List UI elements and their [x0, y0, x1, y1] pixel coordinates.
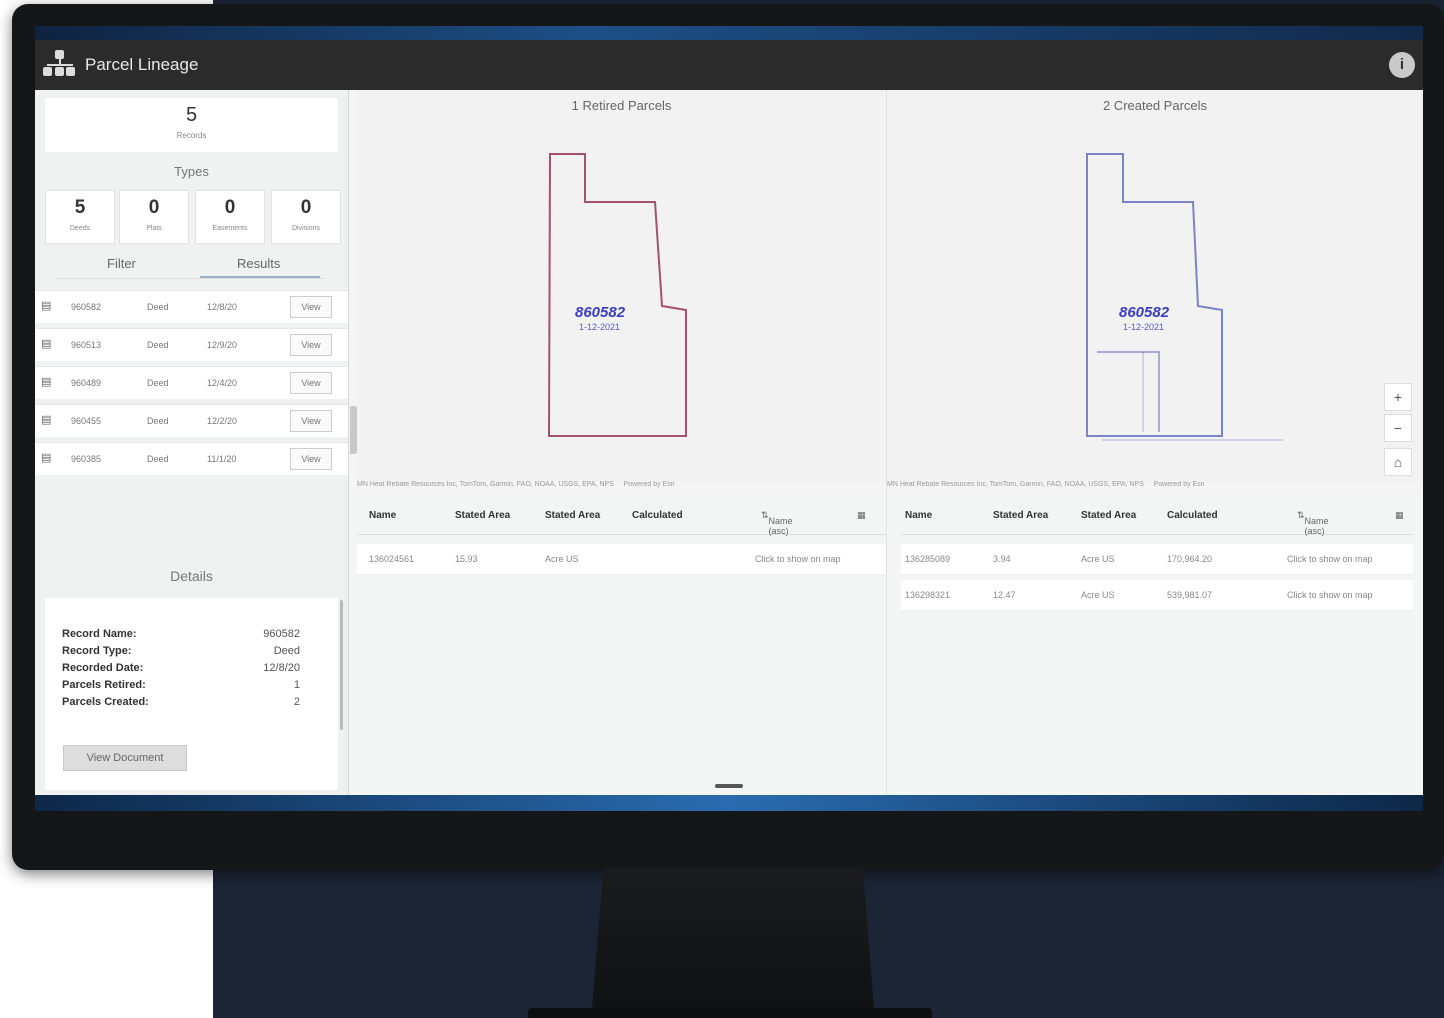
monitor-stand-base [528, 1008, 932, 1018]
home-icon[interactable]: ⌂ [1384, 448, 1412, 476]
screen-top-strip [35, 26, 1423, 40]
map-attribution: MN Heat Rebate Resources Inc, TomTom, Ga… [887, 481, 1423, 492]
table-header: Name Stated Area Stated Area Calculated … [901, 504, 1413, 536]
resize-handle[interactable] [715, 784, 743, 788]
document-icon: ▤ [41, 338, 52, 350]
document-icon: ▤ [41, 376, 52, 388]
view-button[interactable]: View [290, 448, 332, 470]
types-title: Types [174, 164, 209, 179]
created-parcel-shape [1086, 153, 1283, 441]
created-parcels-table: Name Stated Area Stated Area Calculated … [901, 504, 1413, 784]
document-icon: ▤ [41, 452, 52, 464]
retired-parcels-map[interactable]: 1 Retired Parcels 860582 1-12-2021 MN He… [357, 90, 886, 492]
records-label: Records [176, 131, 207, 140]
lineage-logo-icon [43, 49, 75, 81]
retired-parcel-date: 1-12-2021 [579, 322, 621, 332]
created-parcel-date: 1-12-2021 [1123, 322, 1165, 332]
retired-parcel-label: 860582 [575, 304, 626, 321]
records-summary: 5 Records [45, 98, 338, 152]
retired-parcels-table: Name Stated Area Stated Area Calculated … [357, 504, 886, 784]
tab-active-indicator [200, 276, 320, 278]
columns-icon[interactable]: ▦ [1395, 510, 1404, 521]
table-header: Name Stated Area Stated Area Calculated … [357, 504, 886, 536]
info-icon[interactable]: i [1389, 52, 1415, 78]
app-header: Parcel Lineage i [35, 40, 1423, 90]
detail-row-record-name: Record Name: 960582 [62, 628, 300, 640]
type-card-divisions[interactable]: 0 Divisions [271, 190, 341, 244]
tab-filter[interactable]: Filter [107, 256, 136, 271]
records-count: 5 [185, 104, 198, 126]
show-on-map-link[interactable]: Click to show on map [1287, 554, 1373, 564]
map-attribution: MN Heat Rebate Resources Inc, TomTom, Ga… [357, 481, 886, 492]
type-card-deeds[interactable]: 5 Deeds [45, 190, 115, 244]
created-parcel-label: 860582 [1119, 304, 1170, 321]
sort-button[interactable]: ⇅ Name (asc) [1297, 510, 1329, 536]
app-title: Parcel Lineage [85, 55, 199, 74]
list-item[interactable]: ▤ 960582 Deed 12/8/20 View [35, 290, 348, 323]
created-parcels-map[interactable]: 2 Created Parcels 860582 1-12-2021 + − ⌂… [887, 90, 1423, 492]
document-icon: ▤ [41, 414, 52, 426]
list-item[interactable]: ▤ 960489 Deed 12/4/20 View [35, 366, 348, 399]
columns-icon[interactable]: ▦ [857, 510, 866, 521]
tabs-divider [55, 278, 325, 279]
details-scrollbar[interactable] [340, 600, 343, 730]
retired-parcel-shape [547, 153, 687, 437]
table-row[interactable]: 136285089 3.94 Acre US 170,964.20 Click … [901, 544, 1413, 575]
list-item[interactable]: ▤ 960513 Deed 12/9/20 View [35, 328, 348, 361]
list-item[interactable]: ▤ 960385 Deed 11/1/20 View [35, 442, 348, 475]
detail-row-record-type: Record Type: Deed [62, 645, 300, 657]
type-card-plats[interactable]: 0 Plats [119, 190, 189, 244]
sort-button[interactable]: ⇅ Name (asc) [761, 510, 793, 536]
list-item[interactable]: ▤ 960455 Deed 12/2/20 View [35, 404, 348, 437]
records-panel: 5 Records Types 5 Deeds 0 Plats 0 Easeme… [35, 90, 349, 795]
detail-row-recorded-date: Recorded Date: 12/8/20 [62, 662, 300, 674]
app-screen: Parcel Lineage i 5 Records Types 5 Deeds… [35, 26, 1423, 811]
tab-results[interactable]: Results [237, 256, 280, 271]
detail-row-parcels-created: Parcels Created: 2 [62, 696, 300, 708]
view-document-button[interactable]: View Document [63, 745, 187, 771]
detail-row-parcels-retired: Parcels Retired: 1 [62, 679, 300, 691]
show-on-map-link[interactable]: Click to show on map [755, 554, 841, 564]
screen-bottom-strip [35, 795, 1423, 811]
zoom-in-button[interactable]: + [1384, 383, 1412, 411]
monitor-stand [592, 868, 874, 1008]
map-divider [886, 90, 887, 795]
view-button[interactable]: View [290, 372, 332, 394]
table-row[interactable]: 136298321 12.47 Acre US 539,981.07 Click… [901, 580, 1413, 611]
view-button[interactable]: View [290, 410, 332, 432]
view-button[interactable]: View [290, 334, 332, 356]
document-icon: ▤ [41, 300, 52, 312]
view-button[interactable]: View [290, 296, 332, 318]
zoom-out-button[interactable]: − [1384, 414, 1412, 442]
show-on-map-link[interactable]: Click to show on map [1287, 590, 1373, 600]
type-card-easements[interactable]: 0 Easements [195, 190, 265, 244]
table-row[interactable]: 136024561 15.93 Acre US Click to show on… [357, 544, 886, 575]
details-title: Details [170, 568, 213, 584]
